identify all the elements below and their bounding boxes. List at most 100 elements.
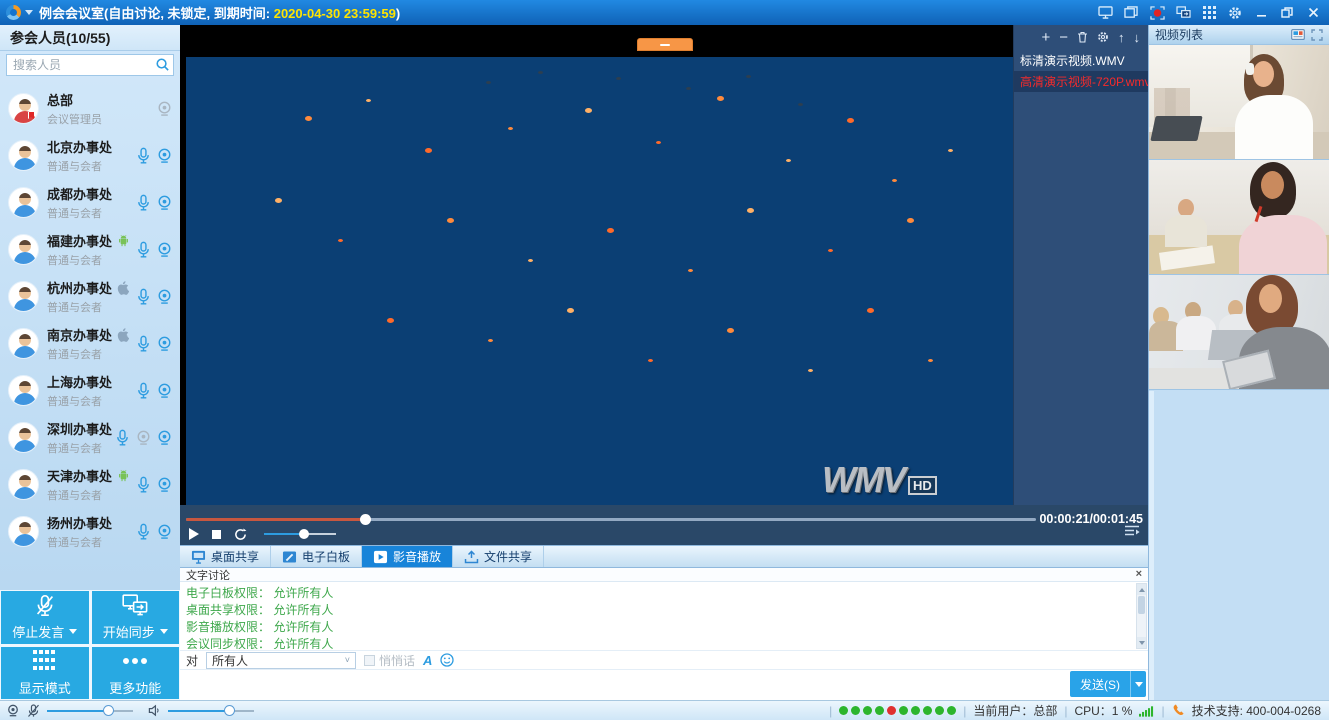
playlist-item[interactable]: 标清演示视频.WMV <box>1014 50 1148 71</box>
camera-icon[interactable] <box>157 383 172 399</box>
participant-row[interactable]: 总部 会议管理员 <box>0 85 180 132</box>
participant-row[interactable]: 扬州办事处 普通与会者 <box>0 508 180 555</box>
webcam-status-icon[interactable] <box>6 704 20 717</box>
scroll-up-icon[interactable] <box>1137 584 1146 595</box>
send-options-caret[interactable] <box>1130 671 1146 697</box>
dropdown-caret-icon[interactable] <box>69 629 77 634</box>
camera-icon[interactable] <box>157 524 172 540</box>
mic-volume-slider[interactable] <box>47 710 133 712</box>
speaker-volume-slider[interactable] <box>168 710 254 712</box>
emoji-icon[interactable] <box>440 653 454 667</box>
mic-icon[interactable] <box>136 147 151 164</box>
tab-4[interactable]: 文件共享 <box>453 546 544 567</box>
grid-icon[interactable] <box>1199 4 1219 22</box>
mic-icon[interactable] <box>136 241 151 258</box>
record-icon[interactable] <box>1147 4 1167 22</box>
cpu-label: CPU：1 % <box>1074 702 1132 719</box>
playlist-settings-icon[interactable] <box>1097 31 1109 43</box>
speaker-volume-knob[interactable] <box>224 705 235 716</box>
expand-icon[interactable] <box>1311 29 1323 41</box>
participant-row[interactable]: 深圳办事处 普通与会者 <box>0 414 180 461</box>
camera-icon[interactable] <box>157 289 172 305</box>
maximize-button[interactable] <box>1277 4 1297 22</box>
window-icon[interactable] <box>1121 4 1141 22</box>
screen-share-icon[interactable] <box>1095 4 1115 22</box>
sync-icon[interactable] <box>1173 4 1193 22</box>
send-button[interactable]: 发送(S) <box>1070 671 1130 697</box>
minimize-button[interactable] <box>1251 4 1271 22</box>
camera-icon[interactable] <box>157 195 172 211</box>
video-list-scrollbar[interactable] <box>1149 391 1154 700</box>
camera-icon[interactable] <box>157 148 172 164</box>
mic-icon[interactable] <box>136 194 151 211</box>
chat-scrollbar[interactable] <box>1136 583 1147 649</box>
video-layout-icon[interactable] <box>1291 29 1305 40</box>
action-button[interactable]: 显示模式 <box>1 647 89 700</box>
camera-icon[interactable] <box>136 430 151 446</box>
playlist-clear-icon[interactable] <box>1077 31 1088 43</box>
participant-row[interactable]: 成都办事处 普通与会者 <box>0 179 180 226</box>
playlist-move-up-icon[interactable]: ↑ <box>1118 31 1125 44</box>
action-button[interactable]: 更多功能 <box>92 647 180 700</box>
status-dot-green <box>863 706 872 715</box>
video-stage[interactable]: WMV HD + − ↑ ↓ 标清演示视频.WMV 高清演示视频-720P.wm… <box>180 25 1148 505</box>
scroll-down-icon[interactable] <box>1137 637 1146 648</box>
replay-button[interactable] <box>234 528 247 541</box>
mic-icon[interactable] <box>136 523 151 540</box>
mic-muted-icon[interactable] <box>27 704 40 718</box>
camera-icon[interactable] <box>157 242 172 258</box>
video-thumbnail-1[interactable] <box>1149 45 1329 160</box>
dropdown-caret-icon[interactable] <box>160 629 168 634</box>
volume-slider[interactable] <box>264 533 336 535</box>
collapse-handle[interactable] <box>637 38 693 51</box>
participant-row[interactable]: 杭州办事处 普通与会者 <box>0 273 180 320</box>
playlist-add-icon[interactable]: + <box>1041 30 1050 45</box>
close-button[interactable] <box>1303 4 1323 22</box>
playlist-item[interactable]: 高清演示视频-720P.wmv 删除 <box>1014 71 1148 92</box>
search-icon[interactable] <box>155 57 170 77</box>
seek-knob[interactable] <box>360 514 371 525</box>
camera-icon[interactable] <box>157 101 172 117</box>
font-icon[interactable]: A <box>423 653 432 668</box>
stop-button[interactable] <box>212 530 221 539</box>
mic-icon[interactable] <box>136 288 151 305</box>
tab-2[interactable]: 电子白板 <box>271 546 362 567</box>
settings-gear-icon[interactable] <box>1225 4 1245 22</box>
speaker-icon[interactable] <box>148 704 161 717</box>
video-thumbnail-2[interactable] <box>1149 160 1329 275</box>
participant-row[interactable]: 天津办事处 普通与会者 <box>0 461 180 508</box>
search-input[interactable] <box>6 54 174 76</box>
seek-bar[interactable] <box>186 518 1036 521</box>
mic-icon[interactable] <box>115 429 130 446</box>
avatar <box>8 469 39 500</box>
camera-icon[interactable] <box>157 336 172 352</box>
chevron-down-icon[interactable] <box>25 10 33 15</box>
chat-input[interactable] <box>180 670 980 700</box>
phone-icon <box>1172 704 1185 717</box>
chat-close-icon[interactable]: × <box>1136 569 1142 580</box>
chat-input-area: 发送(S) <box>180 669 1148 700</box>
participant-row[interactable]: 上海办事处 普通与会者 <box>0 367 180 414</box>
play-button[interactable] <box>189 528 199 540</box>
participant-row[interactable]: 北京办事处 普通与会者 <box>0 132 180 179</box>
camera-icon[interactable] <box>157 430 172 446</box>
tab-3[interactable]: 影音播放 <box>362 546 453 567</box>
mic-icon[interactable] <box>136 382 151 399</box>
recipient-select[interactable]: 所有人˅ <box>206 652 356 669</box>
action-button[interactable]: 停止发言 <box>1 591 89 644</box>
tab-1[interactable]: 桌面共享 <box>180 546 271 567</box>
video-thumbnail-3[interactable] <box>1149 275 1329 390</box>
whisper-checkbox[interactable] <box>364 655 375 666</box>
playlist-remove-icon[interactable]: − <box>1059 30 1068 45</box>
camera-icon[interactable] <box>157 477 172 493</box>
mic-icon[interactable] <box>136 335 151 352</box>
volume-knob[interactable] <box>299 529 309 539</box>
playlist-move-down-icon[interactable]: ↓ <box>1134 31 1141 44</box>
participant-row[interactable]: 南京办事处 普通与会者 <box>0 320 180 367</box>
mic-volume-knob[interactable] <box>103 705 114 716</box>
participant-row[interactable]: 福建办事处 普通与会者 <box>0 226 180 273</box>
mic-icon[interactable] <box>136 476 151 493</box>
action-button[interactable]: 开始同步 <box>92 591 180 644</box>
scroll-thumb[interactable] <box>1138 596 1145 614</box>
playlist-toggle-icon[interactable] <box>1124 523 1140 541</box>
